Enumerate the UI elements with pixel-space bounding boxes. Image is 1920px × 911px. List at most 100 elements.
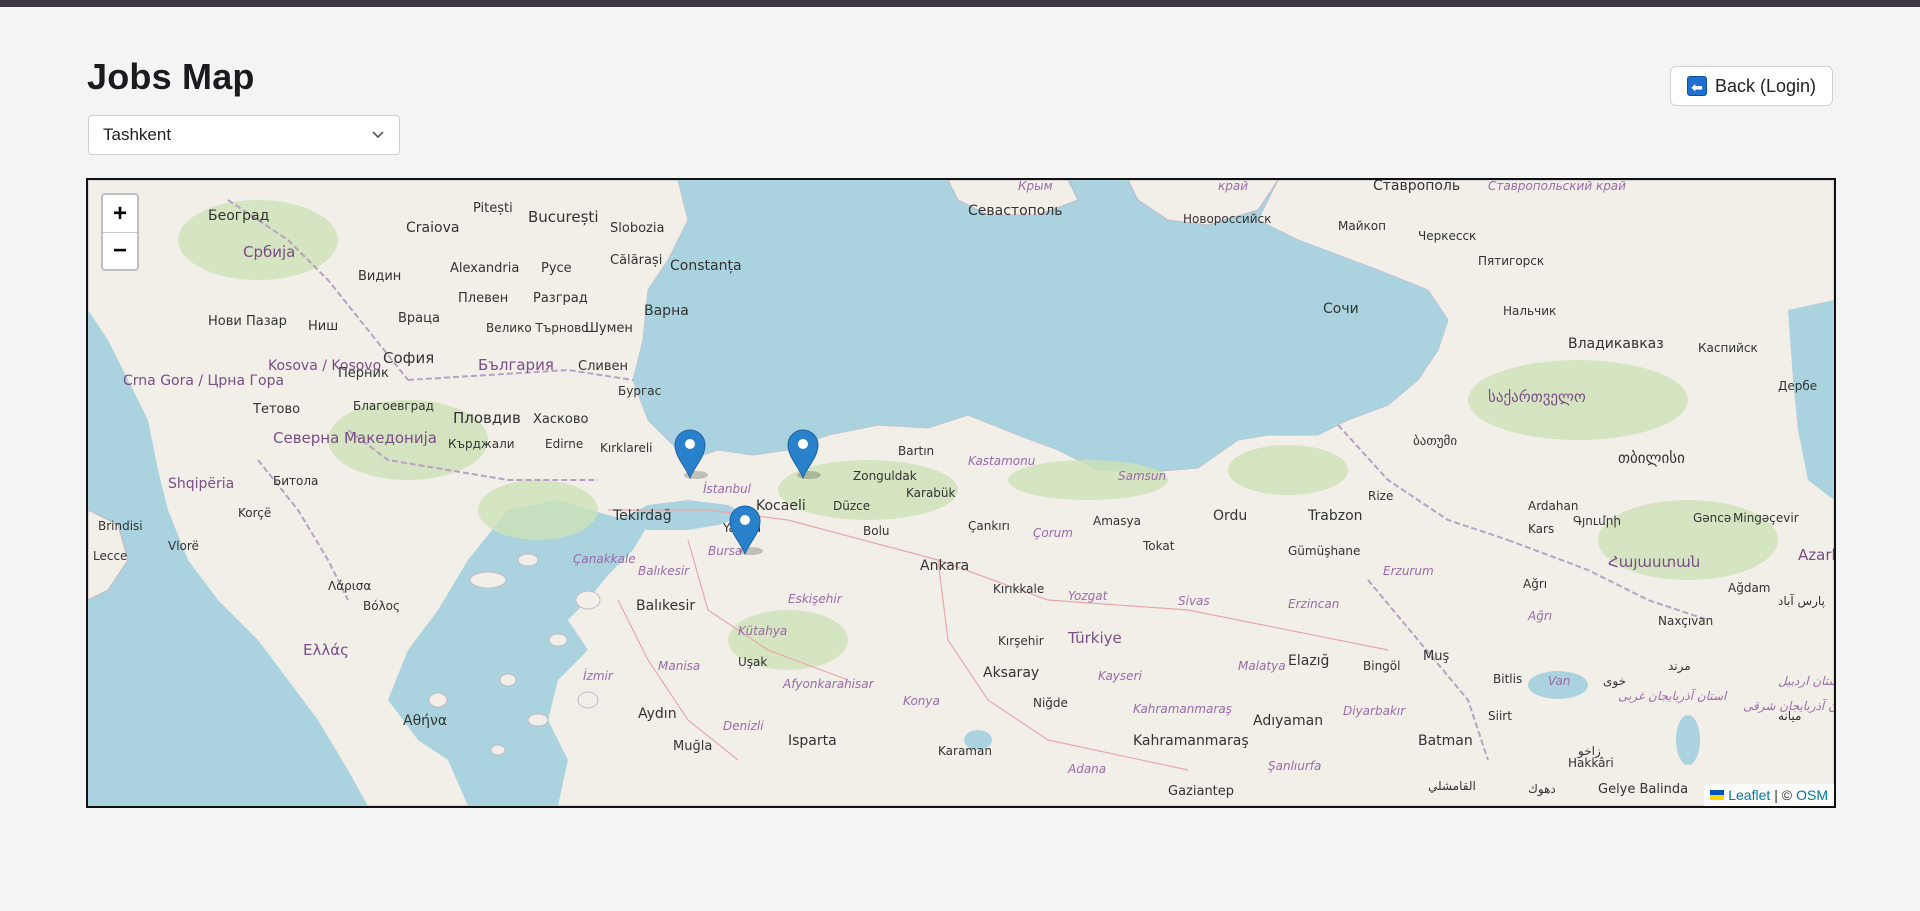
map-label-nalchik: Нальчик [1503, 304, 1556, 318]
map-label-rize: Rize [1368, 489, 1393, 503]
map-label-tabriz-region: استان آذربایجان غربی [1618, 688, 1728, 703]
map-label-athina: Αθήνα [403, 713, 447, 729]
back-button-label: Back (Login) [1714, 75, 1817, 96]
map-label-azar: Azarb [1798, 546, 1834, 564]
map-label-vratsa: Враца [398, 311, 440, 326]
map-label-sanliurfa: Şanlıurfa [1268, 759, 1321, 773]
marker-yalova[interactable] [727, 503, 763, 556]
map-label-bolu: Bolu [863, 524, 890, 538]
map-label-stavropol-krai: Ставропольский край [1488, 180, 1626, 193]
map-label-derbent: Дербе [1778, 379, 1817, 393]
map-label-konya: Konya [903, 694, 940, 708]
map-label-gelye: Gelye Balinda [1598, 782, 1688, 797]
map-label-plovdiv: Пловдив [453, 409, 521, 427]
marker-istanbul-east[interactable] [785, 427, 821, 480]
map-label-kirsehir: Kırşehir [998, 634, 1044, 648]
map-container[interactable]: Београд Србија Craiova Pitești București Slob… [86, 178, 1836, 808]
map-label-kardzhali: Кърджали [448, 437, 515, 451]
map-label-turkiye: Türkiye [1067, 629, 1122, 647]
map-label-amasya: Amasya [1093, 514, 1141, 528]
map-label-batman: Batman [1418, 733, 1473, 749]
map-label-malatya: Malatya [1238, 659, 1286, 673]
leaflet-link[interactable]: Leaflet [1728, 787, 1770, 803]
map-label-larisa: Λάρισα [328, 579, 371, 593]
map-label-tetovo: Тетово [252, 402, 300, 417]
map-label-afyon: Afyonkarahisar [782, 677, 875, 691]
back-login-button[interactable]: ⬅ Back (Login) [1670, 66, 1833, 106]
map-label-gyumri: Գյումրի [1573, 514, 1621, 528]
map-label-ordu: Ordu [1213, 508, 1247, 524]
map-label-krai: край [1218, 180, 1248, 193]
map-label-korce: Korçë [238, 506, 271, 520]
map-label-ganca: Gəncə [1693, 511, 1731, 525]
marker-istanbul-west[interactable] [672, 427, 708, 480]
map-label-brindisi: Brindisi [98, 519, 143, 533]
map-label-van: Van [1548, 674, 1570, 688]
map-label-nis: Ниш [308, 319, 338, 334]
ukraine-flag-icon [1710, 790, 1725, 800]
map-label-batumi: ბათუმი [1413, 434, 1457, 449]
map-label-alexandria: Alexandria [450, 261, 519, 276]
map-label-kirikkale: Kırıkkale [993, 582, 1044, 596]
map-label-constanta: Constanța [670, 258, 742, 274]
map-label-ardabil: استان اردبیل [1778, 674, 1834, 688]
map-label-hakkari: Hakkâri [1568, 756, 1614, 770]
map-label-slobozia: Slobozia [610, 221, 664, 236]
map-label-manisa: Manisa [658, 659, 700, 673]
map-label-marand: مرند [1668, 659, 1691, 674]
map-label-razgrad: Разград [533, 291, 588, 306]
map-label-balikesir2: Balıkesir [638, 564, 690, 578]
map-label-sevastopol: Севастополь [968, 203, 1063, 219]
map-label-pitesti: Pitești [473, 201, 513, 216]
map-label-varna: Варна [644, 303, 689, 319]
map-tiles[interactable]: Београд Србија Craiova Pitești București Slob… [88, 180, 1834, 806]
map-label-sivas: Sivas [1178, 594, 1210, 608]
city-select[interactable]: Tashkent [88, 115, 400, 155]
map-label-kaspiysk: Каспийск [1698, 341, 1758, 355]
map-label-cherkessk: Черкесск [1418, 229, 1476, 243]
map-label-vlore: Vlorë [168, 539, 199, 553]
map-label-zonguldak: Zonguldak [853, 469, 917, 483]
zoom-in-button[interactable]: + [103, 195, 137, 232]
map-label-tokat: Tokat [1142, 539, 1175, 553]
zoom-out-button[interactable]: − [103, 232, 137, 269]
map-label-volos: Βόλος [363, 599, 400, 613]
map-label-usak: Uşak [738, 655, 767, 669]
map-label-georgia: საქართველო [1488, 388, 1586, 406]
map-label-stavropol: Ставрополь [1373, 180, 1460, 194]
map-label-agri: Ağrı [1523, 577, 1547, 591]
osm-link[interactable]: OSM [1796, 787, 1828, 803]
map-label-dahuk: دهوك [1528, 782, 1556, 797]
zoom-control: + − [101, 193, 139, 271]
map-label-erzincan: Erzincan [1288, 597, 1339, 611]
map-label-adiyaman: Adıyaman [1253, 713, 1323, 729]
map-label-corum: Çorum [1033, 526, 1073, 540]
map-label-maykop: Майкоп [1338, 219, 1386, 233]
map-label-craiova: Craiova [406, 220, 459, 236]
map-label-sliven: Сливен [578, 359, 628, 374]
map-label-tbilisi: თბილისი [1618, 449, 1685, 467]
map-label-duzce: Düzce [833, 499, 870, 513]
map-label-bucuresti: București [528, 208, 598, 226]
map-label-cankiri: Çankırı [968, 519, 1010, 533]
map-label-karaman: Karaman [938, 744, 992, 758]
map-label-kahramanmaras2: Kahramanmaraş [1133, 702, 1232, 716]
map-label-kahramanmaras: Kahramanmaraş [1133, 733, 1249, 749]
map-label-veliko: Велико Търново [486, 321, 589, 335]
map-label-gaziantep: Gaziantep [1168, 784, 1234, 799]
chevron-down-icon [372, 131, 384, 139]
map-label-nigde: Niğde [1033, 696, 1068, 710]
map-label-trabzon: Trabzon [1307, 508, 1363, 524]
map-label-istanbul: İstanbul [703, 481, 752, 496]
map-label-bingol: Bingöl [1363, 659, 1400, 673]
arrow-left-icon: ⬅ [1686, 76, 1707, 96]
map-label-severna: Северна Македонија [273, 429, 437, 447]
map-label-samsun: Samsun [1118, 469, 1166, 483]
map-label-diyarbakir: Diyarbakır [1343, 704, 1406, 718]
city-select-value: Tashkent [103, 125, 172, 144]
map-label-ardahan: Ardahan [1528, 499, 1578, 513]
map-label-ankara: Ankara [920, 558, 969, 574]
map-label-eskisehir: Eskişehir [788, 592, 843, 606]
map-label-vidin: Видин [358, 269, 401, 284]
map-label-novi-pazar: Нови Пазар [208, 314, 287, 329]
